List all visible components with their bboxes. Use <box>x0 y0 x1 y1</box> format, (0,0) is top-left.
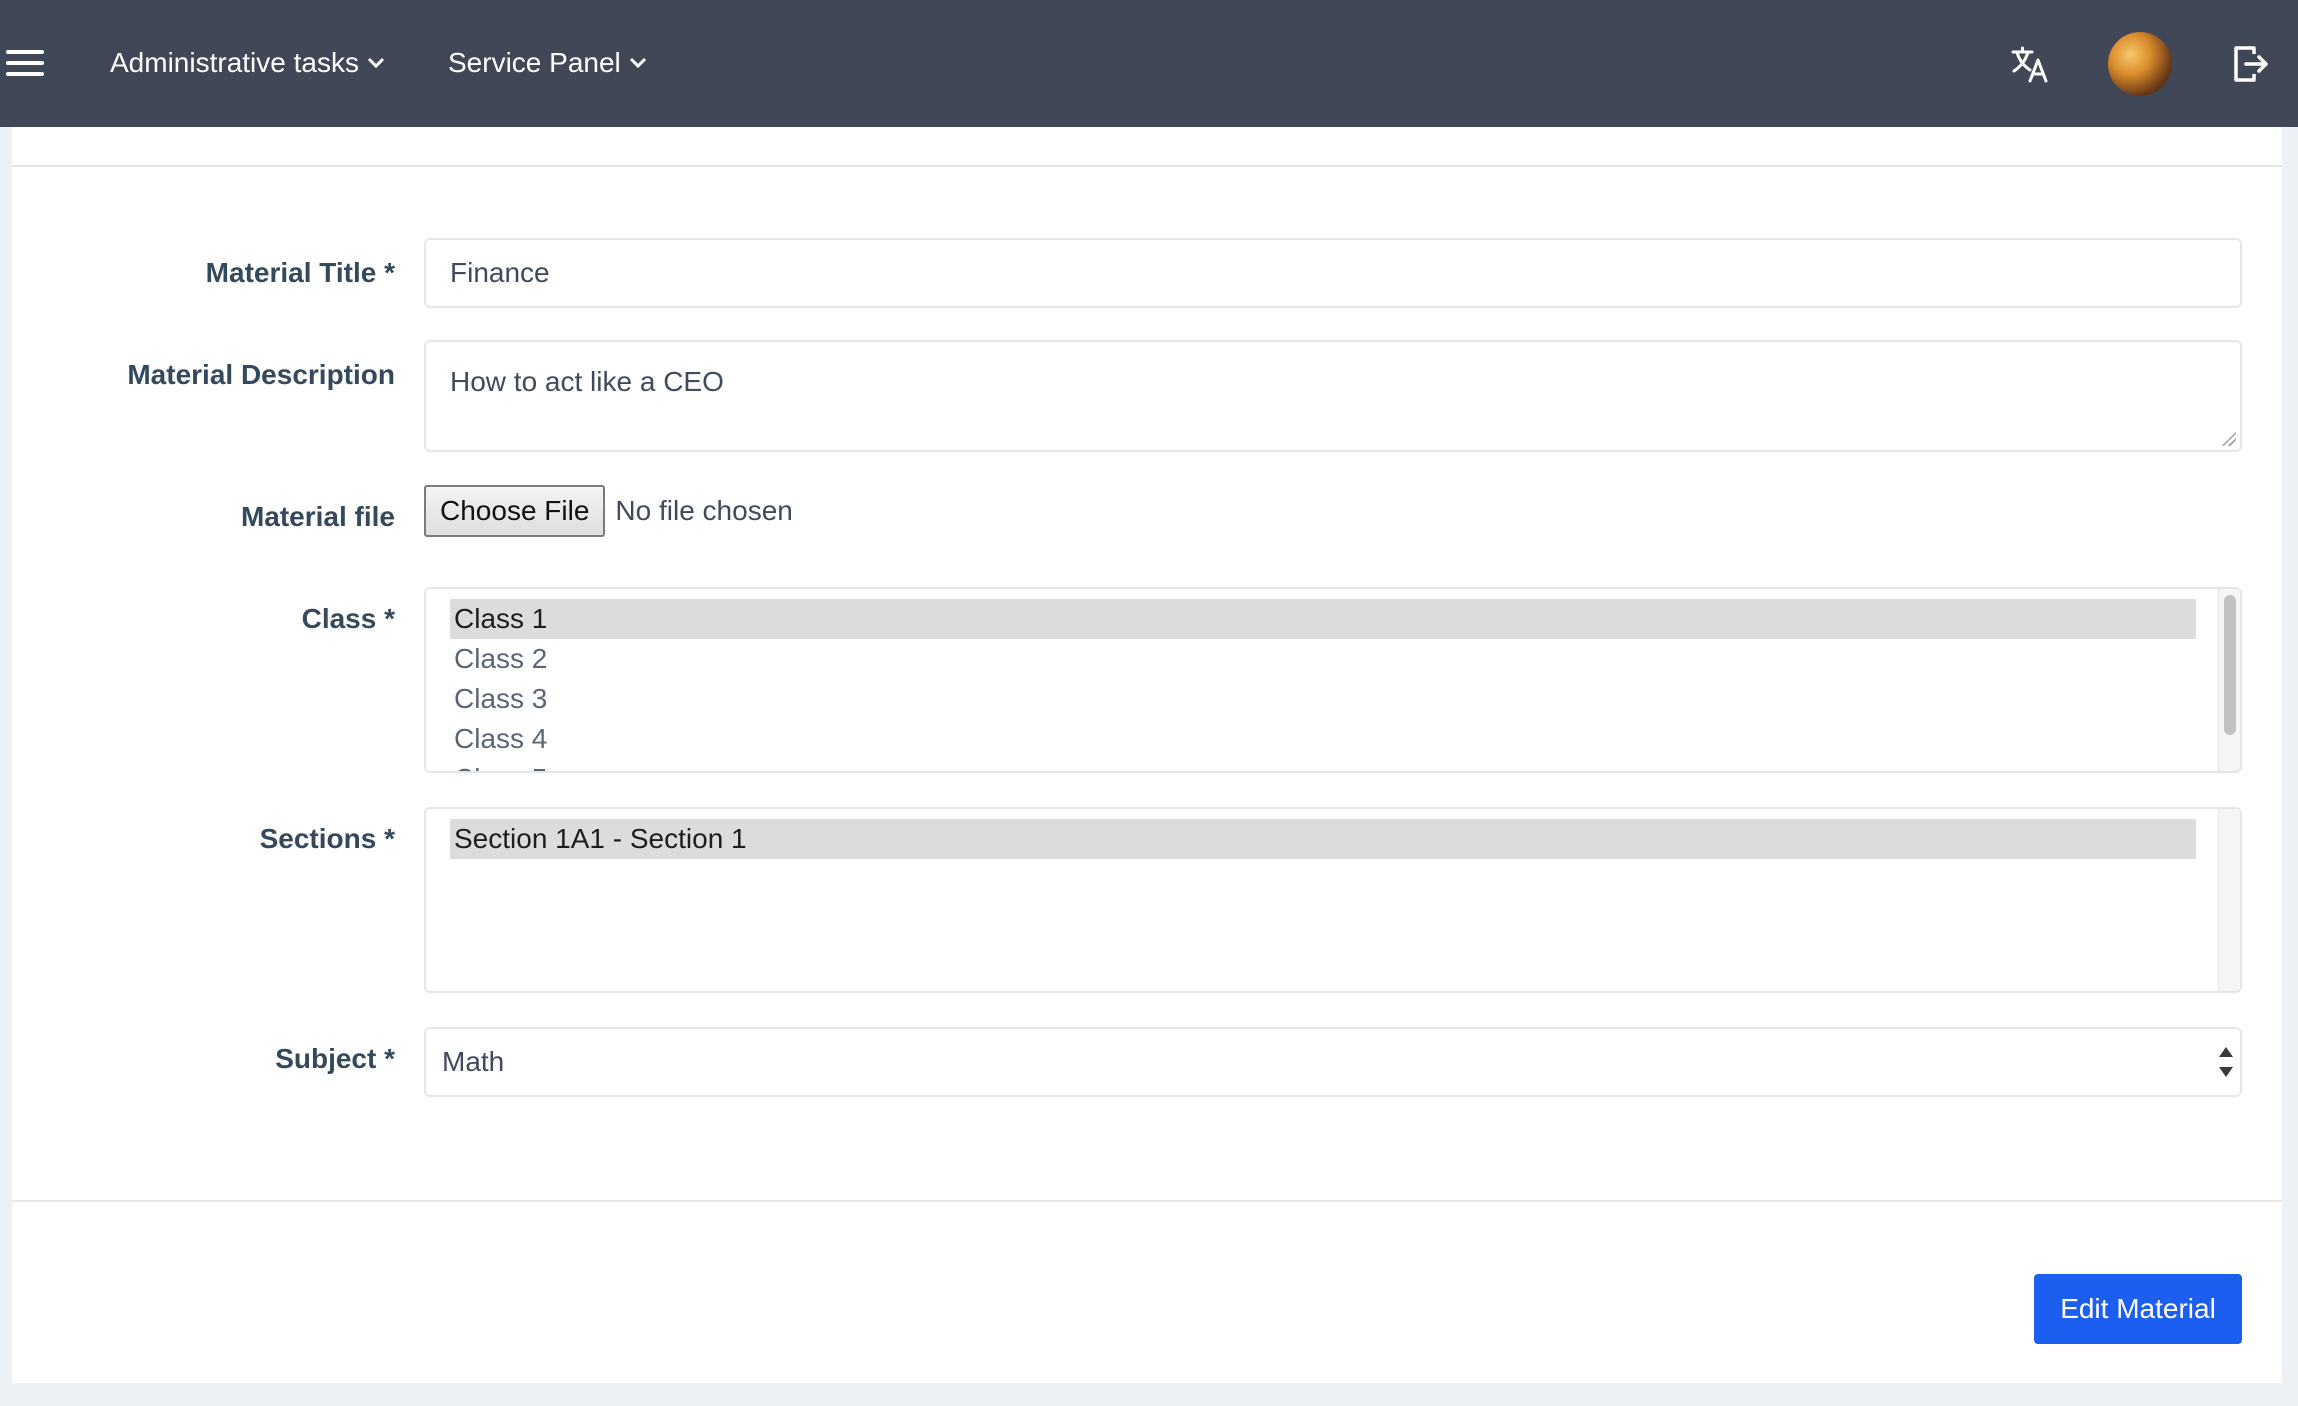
class-option[interactable]: Class 5 <box>450 759 2196 771</box>
hamburger-icon[interactable] <box>6 50 44 77</box>
chevron-down-icon <box>629 57 646 69</box>
material-title-label: Material Title * <box>205 257 395 288</box>
material-title-input[interactable]: Finance <box>424 238 2242 308</box>
choose-file-button[interactable]: Choose File <box>424 485 606 537</box>
class-option[interactable]: Class 2 <box>450 639 2196 679</box>
class-scrollbar[interactable] <box>2218 589 2240 771</box>
subject-value: Math <box>442 1046 505 1077</box>
material-form-card: Material Title * Finance Material Descri… <box>12 127 2282 1383</box>
sections-scrollbar[interactable] <box>2218 809 2240 991</box>
subject-select[interactable]: Math <box>424 1027 2242 1097</box>
translate-icon[interactable] <box>2010 44 2050 84</box>
material-file-label: Material file <box>240 501 395 532</box>
edit-material-button[interactable]: Edit Material <box>2034 1274 2242 1344</box>
class-option[interactable]: Class 1 <box>450 599 2196 639</box>
sections-label: Sections * <box>259 823 395 854</box>
scrollbar-thumb[interactable] <box>2224 595 2236 735</box>
logout-icon[interactable] <box>2232 44 2270 84</box>
sections-listbox[interactable]: Section 1A1 - Section 1 <box>424 807 2242 993</box>
divider <box>12 165 2282 167</box>
section-option[interactable]: Section 1A1 - Section 1 <box>450 819 2196 859</box>
administrative-tasks-label: Administrative tasks <box>110 47 359 78</box>
class-listbox[interactable]: Class 1 Class 2 Class 3 Class 4 Class 5 <box>424 587 2242 773</box>
material-description-textarea[interactable]: How to act like a CEO <box>424 340 2242 452</box>
service-panel-menu[interactable]: Service Panel <box>448 40 647 86</box>
class-option[interactable]: Class 3 <box>450 679 2196 719</box>
subject-label: Subject * <box>275 1043 395 1074</box>
select-arrows-icon <box>2218 1047 2234 1077</box>
material-file-input: Choose File No file chosen <box>424 484 793 538</box>
chevron-down-icon <box>367 57 385 69</box>
top-navbar: Administrative tasks Service Panel <box>0 0 2298 127</box>
service-panel-label: Service Panel <box>448 47 621 78</box>
class-label: Class * <box>301 603 395 634</box>
file-status-text: No file chosen <box>615 495 793 526</box>
administrative-tasks-menu[interactable]: Administrative tasks <box>110 40 385 86</box>
resize-grip-icon[interactable] <box>2220 430 2236 446</box>
material-description-value: How to act like a CEO <box>450 366 724 397</box>
class-option[interactable]: Class 4 <box>450 719 2196 759</box>
avatar[interactable] <box>2108 32 2172 96</box>
divider <box>12 1200 2282 1202</box>
material-title-value: Finance <box>450 257 550 288</box>
material-description-label: Material Description <box>127 359 395 390</box>
